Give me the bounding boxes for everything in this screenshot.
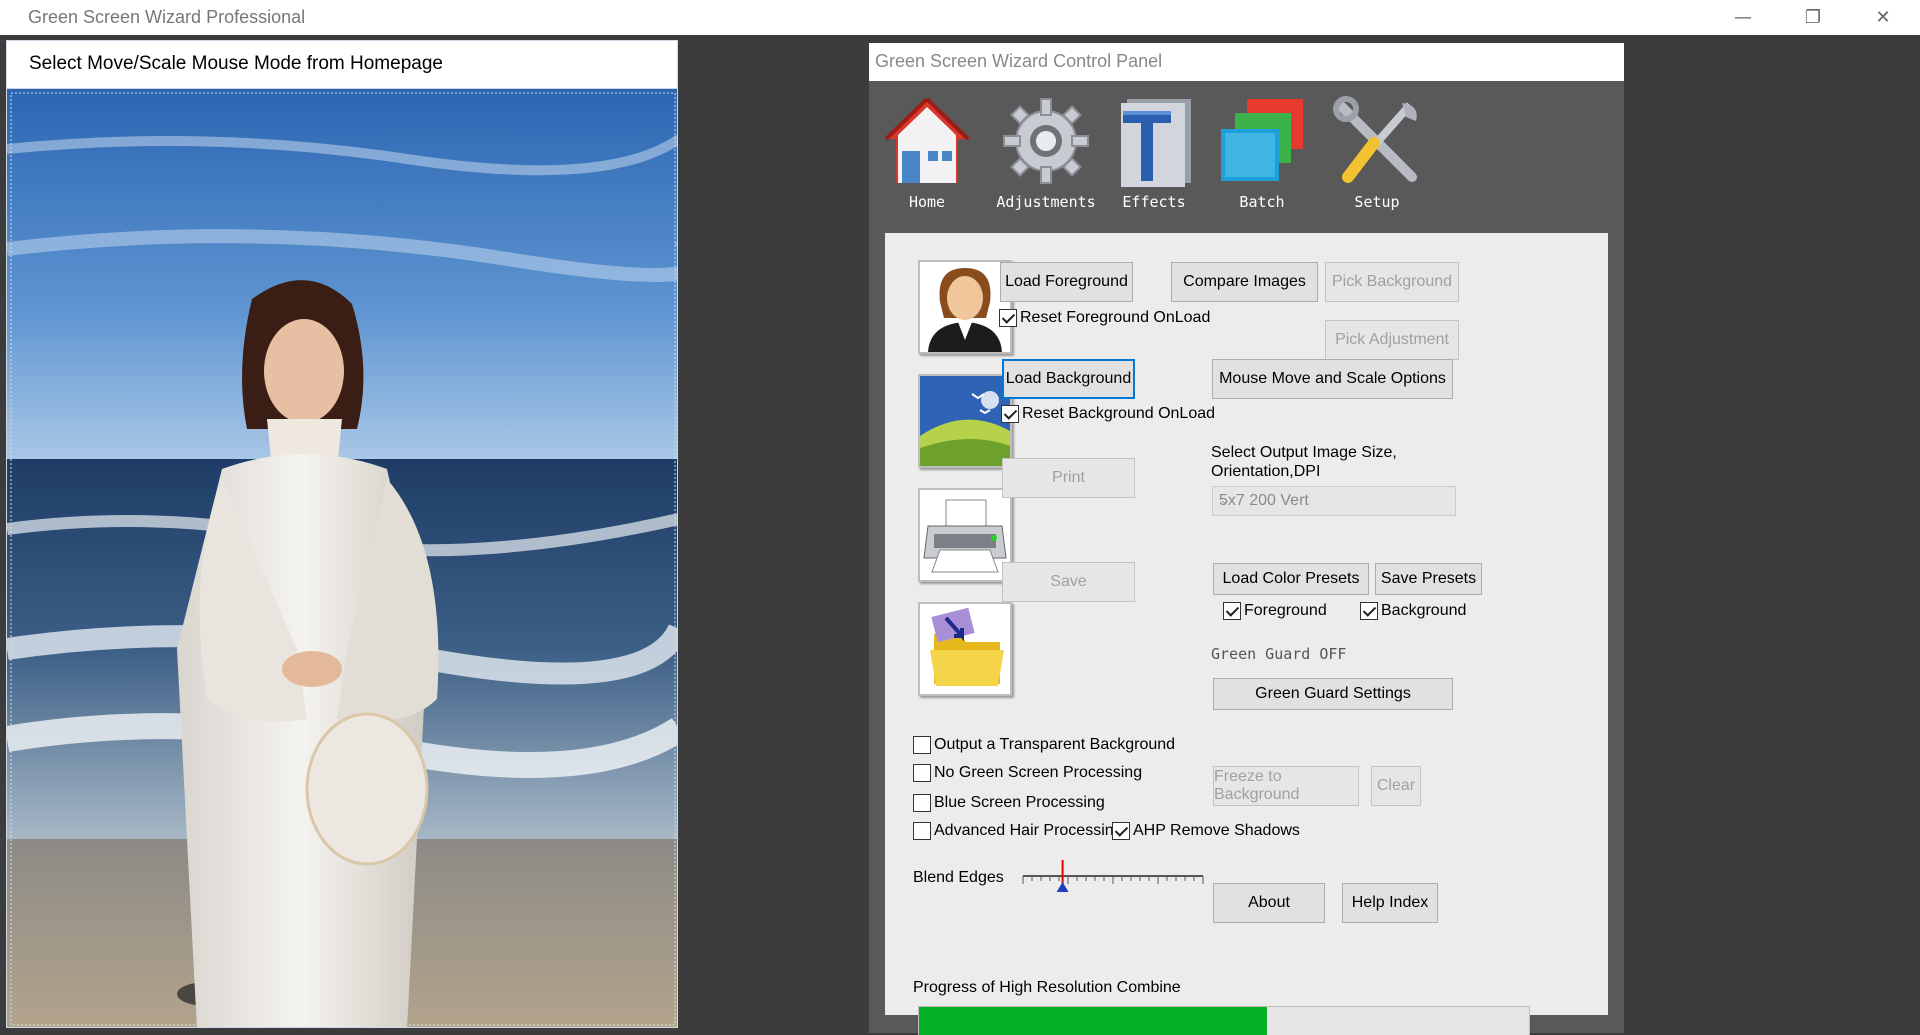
about-button[interactable]: About xyxy=(1213,883,1325,923)
control-panel: Green Screen Wizard Control Panel Home A… xyxy=(869,43,1624,1035)
image-preview-panel[interactable]: Select Move/Scale Mouse Mode from Homepa… xyxy=(6,40,678,1028)
preset-foreground-box xyxy=(1223,602,1241,620)
slider-thumb xyxy=(1056,882,1069,892)
green-guard-settings-button[interactable]: Green Guard Settings xyxy=(1213,678,1453,710)
preset-background-label: Background xyxy=(1381,602,1467,619)
transparent-background-checkbox[interactable]: Output a Transparent Background xyxy=(913,736,1175,754)
person-icon xyxy=(928,268,1002,352)
reset-background-label: Reset Background OnLoad xyxy=(1022,405,1216,422)
control-panel-title: Green Screen Wizard Control Panel xyxy=(875,51,1163,71)
print-button[interactable]: Print xyxy=(1002,458,1135,498)
close-button[interactable]: ✕ xyxy=(1848,0,1918,35)
mouse-move-scale-button[interactable]: Mouse Move and Scale Options xyxy=(1212,359,1453,399)
reset-foreground-checkbox[interactable]: Reset Foreground OnLoad xyxy=(999,309,1210,327)
save-thumbnail[interactable] xyxy=(918,602,1012,696)
reset-foreground-box xyxy=(999,309,1017,327)
preset-foreground-label: Foreground xyxy=(1244,602,1327,619)
preset-background-box xyxy=(1360,602,1378,620)
help-index-button[interactable]: Help Index xyxy=(1342,883,1438,923)
ahp-remove-shadows-label: AHP Remove Shadows xyxy=(1133,822,1300,839)
pick-background-button[interactable]: Pick Background xyxy=(1325,262,1459,302)
blue-screen-box xyxy=(913,794,931,812)
maximize-button[interactable]: ❐ xyxy=(1778,0,1848,35)
effects-icon xyxy=(1109,95,1199,187)
toolbar-home-label: Home xyxy=(908,193,946,211)
reset-background-checkbox[interactable]: Reset Background OnLoad xyxy=(1001,405,1215,423)
blend-edges-slider[interactable] xyxy=(1013,858,1213,898)
progress-label: Progress of High Resolution Combine xyxy=(913,979,1181,996)
preset-background-checkbox[interactable]: Background xyxy=(1360,602,1466,620)
clear-button[interactable]: Clear xyxy=(1371,766,1421,806)
home-icon xyxy=(882,95,972,187)
transparent-background-box xyxy=(913,736,931,754)
freeze-to-background-button[interactable]: Freeze to Background xyxy=(1213,766,1359,806)
preview-header: Select Move/Scale Mouse Mode from Homepa… xyxy=(7,41,677,89)
preset-foreground-checkbox[interactable]: Foreground xyxy=(1223,602,1327,620)
control-panel-title-bar: Green Screen Wizard Control Panel xyxy=(869,43,1624,81)
no-green-screen-label: No Green Screen Processing xyxy=(934,764,1143,781)
composite-image[interactable] xyxy=(7,89,677,1027)
settings-panel: Load Foreground Reset Foreground OnLoad … xyxy=(885,233,1608,1035)
minimize-button[interactable]: — xyxy=(1708,0,1778,35)
toolbar-home[interactable]: Home xyxy=(882,95,972,211)
printer-icon xyxy=(923,499,1007,573)
transparent-background-label: Output a Transparent Background xyxy=(934,736,1176,753)
compare-images-button[interactable]: Compare Images xyxy=(1171,262,1318,302)
advanced-hair-checkbox[interactable]: Advanced Hair Processing xyxy=(913,822,1123,840)
pick-adjustment-button[interactable]: Pick Adjustment xyxy=(1325,320,1459,360)
output-size-label-line1: Select Output Image Size, xyxy=(1211,444,1397,461)
background-thumbnail[interactable] xyxy=(918,374,1012,468)
load-color-presets-button[interactable]: Load Color Presets xyxy=(1213,563,1369,595)
toolbar-batch-label: Batch xyxy=(1239,193,1285,211)
toolbar-batch[interactable]: Batch xyxy=(1217,95,1307,211)
save-button[interactable]: Save xyxy=(1002,562,1135,602)
toolbar-effects[interactable]: Effects xyxy=(1109,95,1199,211)
no-green-screen-checkbox[interactable]: No Green Screen Processing xyxy=(913,764,1142,782)
load-foreground-button[interactable]: Load Foreground xyxy=(1000,262,1133,302)
blend-edges-label: Blend Edges xyxy=(913,869,1004,886)
tools-icon xyxy=(1332,95,1422,187)
output-size-label-line2: Orientation,DPI xyxy=(1211,463,1321,480)
toolbar-effects-label: Effects xyxy=(1122,193,1186,211)
printer-thumbnail[interactable] xyxy=(918,488,1012,582)
reset-background-box xyxy=(1001,405,1019,423)
toolbar-setup[interactable]: Setup xyxy=(1331,95,1423,211)
load-background-button[interactable]: Load Background xyxy=(1002,359,1135,399)
no-green-screen-box xyxy=(913,764,931,782)
window-title: Green Screen Wizard Professional xyxy=(28,7,306,27)
ahp-remove-shadows-box xyxy=(1112,822,1130,840)
ahp-remove-shadows-checkbox[interactable]: AHP Remove Shadows xyxy=(1112,822,1300,840)
preview-instruction: Select Move/Scale Mouse Mode from Homepa… xyxy=(29,53,443,74)
landscape-icon xyxy=(920,376,1010,466)
toolbar-setup-label: Setup xyxy=(1354,193,1400,211)
save-presets-button[interactable]: Save Presets xyxy=(1375,563,1482,595)
batch-icon xyxy=(1217,95,1307,187)
foreground-thumbnail[interactable] xyxy=(918,260,1012,354)
title-bar: Green Screen Wizard Professional — ❐ ✕ xyxy=(0,0,1920,35)
progress-fill xyxy=(919,1007,1267,1035)
blue-screen-checkbox[interactable]: Blue Screen Processing xyxy=(913,794,1105,812)
green-guard-status: Green Guard OFF xyxy=(1211,645,1347,663)
blue-screen-label: Blue Screen Processing xyxy=(934,794,1105,811)
reset-foreground-label: Reset Foreground OnLoad xyxy=(1020,309,1211,326)
output-size-dropdown[interactable]: 5x7 200 Vert ⌄ xyxy=(1212,486,1456,516)
chevron-down-icon: ⌄ xyxy=(1219,491,1231,507)
toolbar-adjustments-label: Adjustments xyxy=(996,193,1096,211)
folder-icon xyxy=(930,607,1004,686)
high-res-combine-progress xyxy=(918,1006,1530,1035)
advanced-hair-box xyxy=(913,822,931,840)
gear-icon xyxy=(1001,95,1091,187)
toolbar-adjustments[interactable]: Adjustments xyxy=(991,95,1101,211)
advanced-hair-label: Advanced Hair Processing xyxy=(934,822,1123,839)
